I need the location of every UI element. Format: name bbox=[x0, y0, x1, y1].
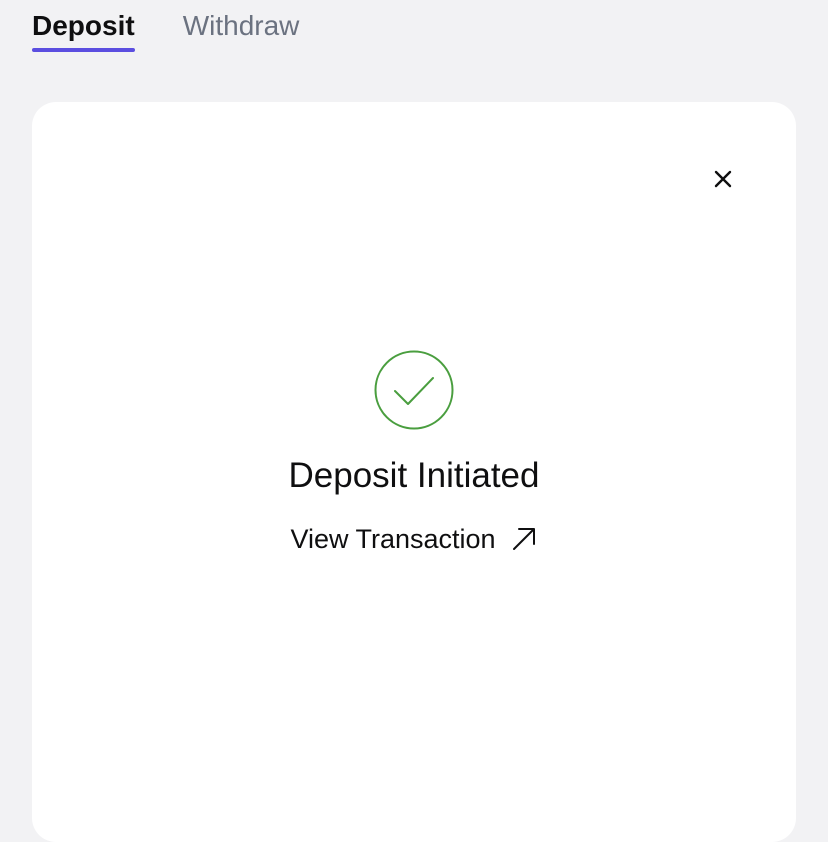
tab-bar: Deposit Withdraw bbox=[32, 0, 299, 56]
view-transaction-label: View Transaction bbox=[290, 524, 496, 554]
close-button[interactable] bbox=[708, 164, 738, 194]
active-tab-indicator bbox=[32, 48, 135, 52]
check-circle-icon bbox=[374, 350, 454, 430]
success-message: Deposit Initiated View Transaction bbox=[32, 350, 796, 554]
deposit-status-card: Deposit Initiated View Transaction bbox=[32, 102, 796, 842]
view-transaction-link[interactable]: View Transaction bbox=[290, 524, 537, 554]
tab-deposit-label: Deposit bbox=[32, 10, 135, 41]
tab-deposit[interactable]: Deposit bbox=[32, 0, 135, 56]
tab-withdraw[interactable]: Withdraw bbox=[183, 0, 300, 56]
tab-withdraw-label: Withdraw bbox=[182, 10, 300, 41]
close-icon bbox=[714, 170, 732, 188]
arrow-up-right-icon bbox=[512, 528, 535, 550]
status-title: Deposit Initiated bbox=[288, 456, 540, 495]
